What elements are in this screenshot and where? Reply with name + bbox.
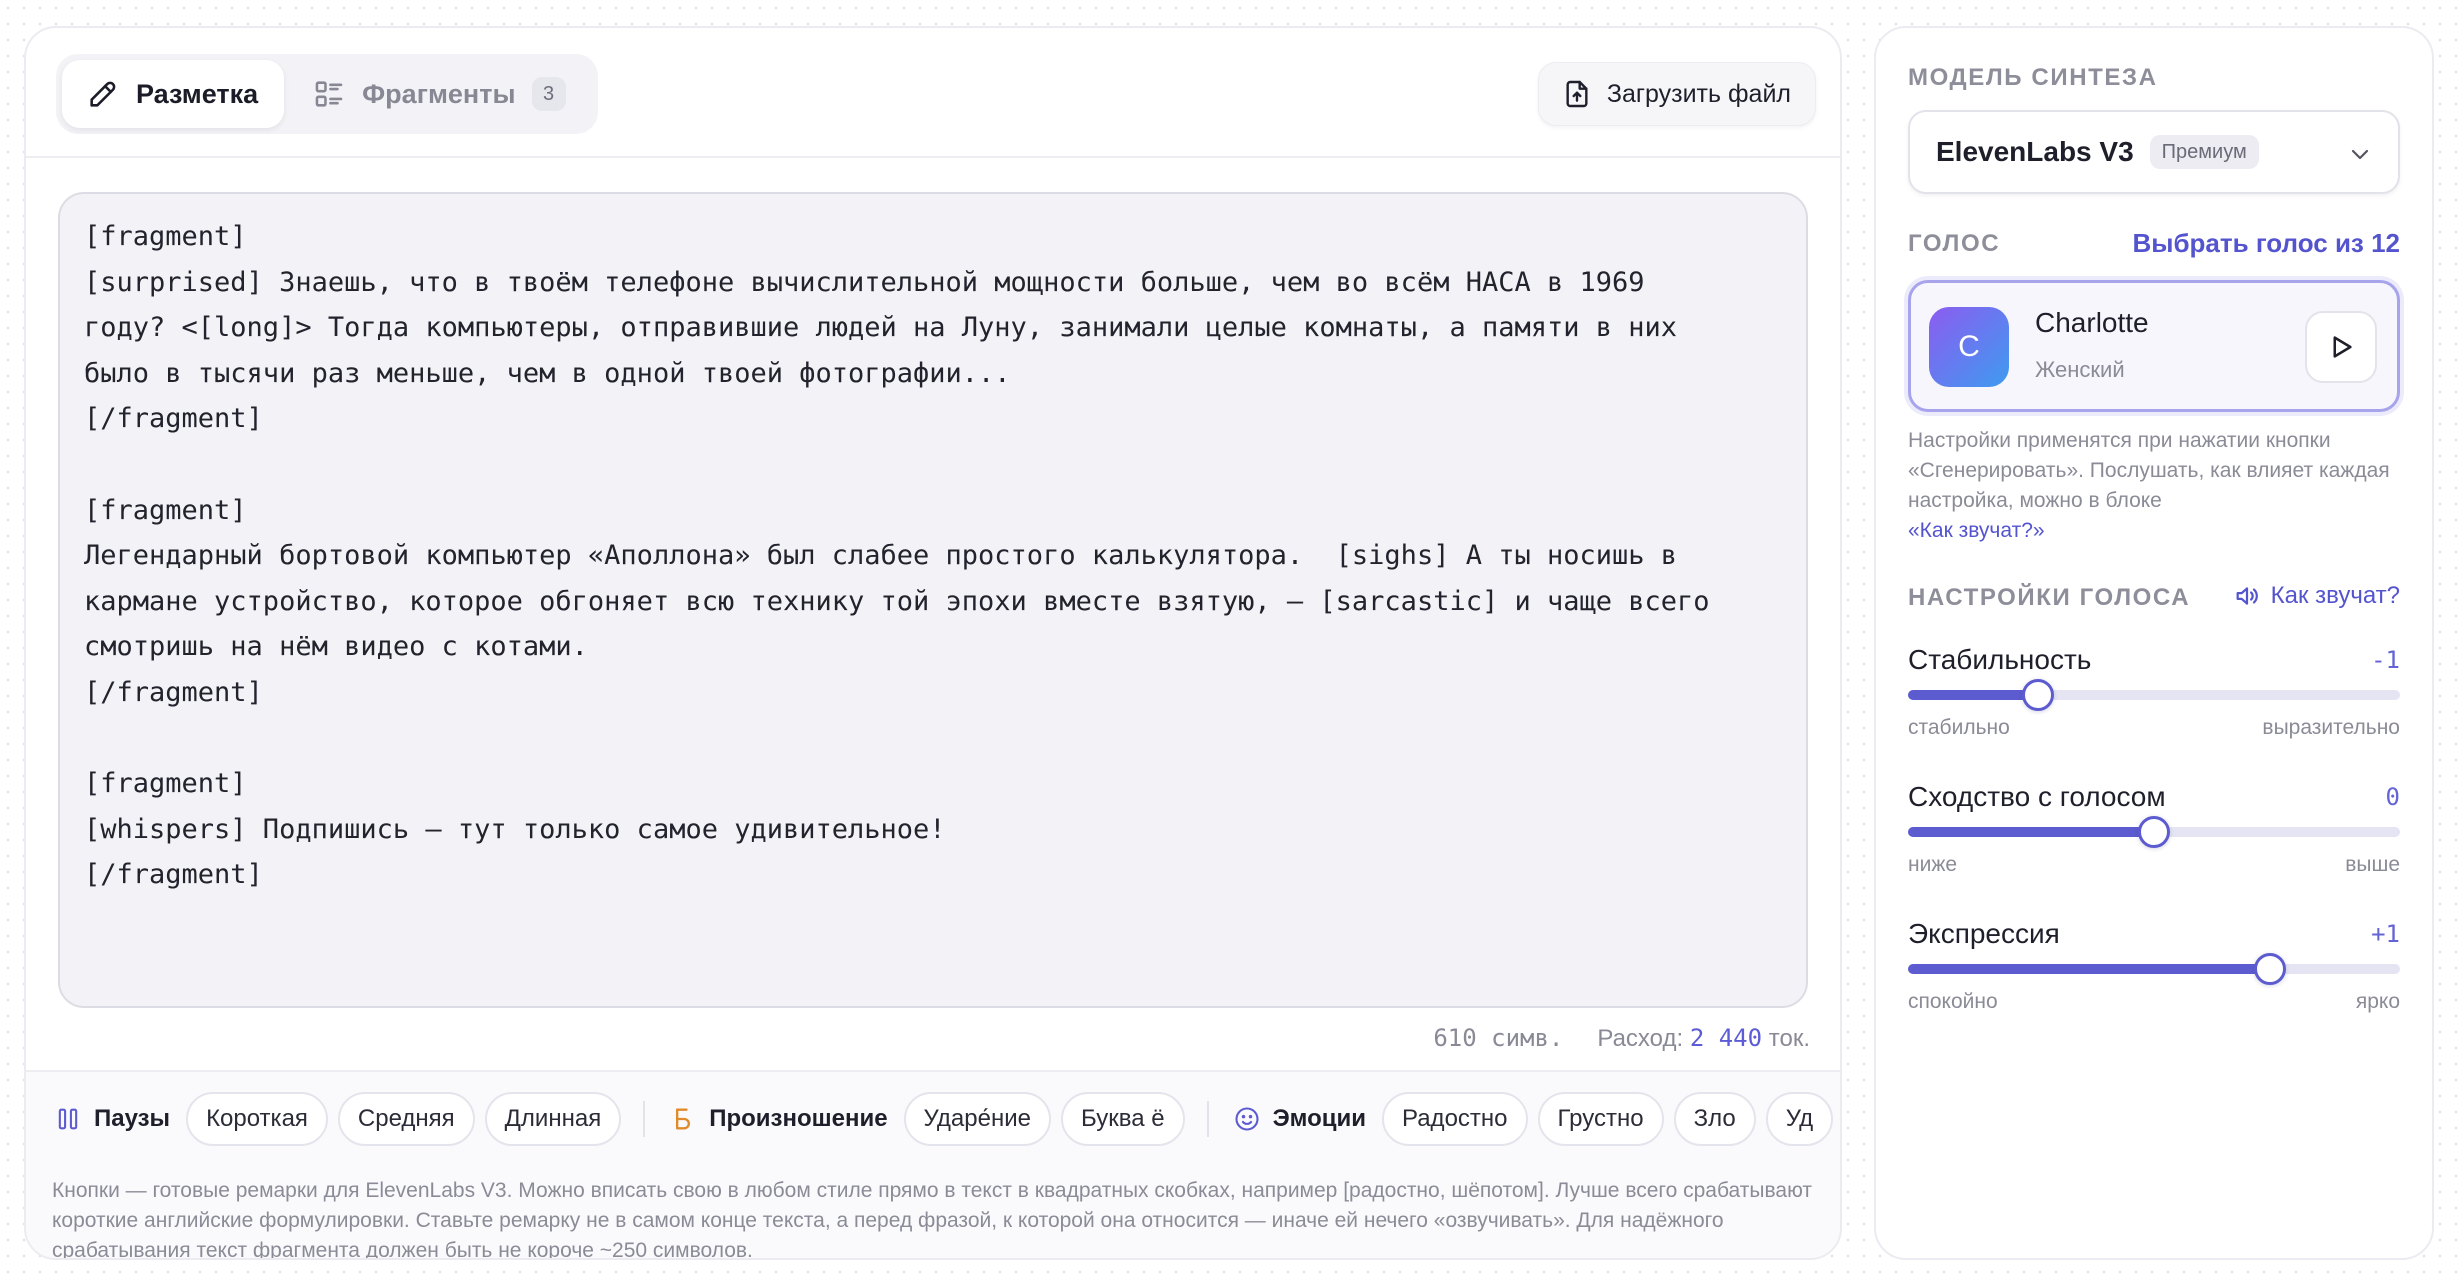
how-sounds-note-link[interactable]: «Как звучат?» <box>1908 519 2045 542</box>
chip-pause-medium[interactable]: Средняя <box>337 1092 475 1146</box>
token-cost-unit: ток. <box>1768 1024 1810 1052</box>
group-divider <box>643 1101 646 1137</box>
slider-label: Стабильность <box>1908 644 2092 675</box>
similarity-slider: Сходство с голосом 0 ниже выше <box>1908 781 2400 891</box>
voice-section-title: Голос <box>1908 230 2001 257</box>
settings-note: Настройки применятся при нажатии кнопки … <box>1908 426 2408 546</box>
pronunciation-group-label: Произношение <box>667 1105 893 1133</box>
char-count: 610 симв. <box>1433 1024 1564 1052</box>
chip-emotion-angry[interactable]: Зло <box>1673 1092 1756 1146</box>
chip-stress[interactable]: Ударе́ние <box>903 1092 1051 1146</box>
pause-icon <box>58 1108 78 1130</box>
expression-slider: Экспрессия +1 спокойно ярко <box>1908 918 2400 1028</box>
slider-label: Сходство с голосом <box>1908 781 2166 812</box>
choose-voice-link[interactable]: Выбрать голос из 12 <box>2133 228 2401 259</box>
slider-min-label: спокойно <box>1908 990 1998 1013</box>
markup-textarea[interactable]: [fragment] [surprised] Знаешь, что в тво… <box>58 192 1808 1008</box>
selected-voice-card[interactable]: C Charlotte Женский <box>1908 280 2400 412</box>
slider-value: 0 <box>2385 783 2400 811</box>
chevron-down-icon <box>2351 149 2369 160</box>
slider-fill <box>1908 827 2154 837</box>
voice-avatar: C <box>1929 307 2009 387</box>
chip-emotion-truncated[interactable]: Уд <box>1765 1092 1834 1146</box>
chip-pause-short[interactable]: Короткая <box>186 1092 328 1146</box>
chip-emotion-joyful[interactable]: Радостно <box>1382 1092 1528 1146</box>
premium-badge: Премиум <box>2149 135 2259 169</box>
voice-settings-title: Настройки голоса <box>1908 584 2191 611</box>
slider-min-label: стабильно <box>1908 716 2010 739</box>
smile-icon <box>1235 1107 1259 1131</box>
tab-fragments-label: Фрагменты <box>362 78 516 109</box>
slider-fill <box>1908 964 2270 974</box>
slider-min-label: ниже <box>1908 853 1958 876</box>
editor-panel: Разметка Фрагменты 3 Загрузить файл [fra… <box>24 26 1842 1260</box>
slider-fill <box>1908 690 2039 700</box>
remarks-hint: Кнопки — готовые ремарки для ElevenLabs … <box>52 1179 1812 1260</box>
chip-emotion-sad[interactable]: Грустно <box>1537 1092 1664 1146</box>
voice-play-button[interactable] <box>2305 311 2377 383</box>
slider-thumb[interactable] <box>2138 816 2170 848</box>
slider-track[interactable] <box>1908 679 2400 711</box>
slider-value: -1 <box>2371 646 2400 674</box>
model-select[interactable]: ElevenLabs V3 Премиум <box>1908 110 2400 194</box>
fragments-count-badge: 3 <box>531 77 566 111</box>
tab-markup-label: Разметка <box>136 78 259 109</box>
slider-value: +1 <box>2371 920 2400 948</box>
tab-markup[interactable]: Разметка <box>62 60 285 128</box>
pencil-icon <box>90 81 116 107</box>
model-name: ElevenLabs V3 <box>1936 136 2134 167</box>
pauses-group-label: Паузы <box>52 1105 176 1133</box>
editor-tabs: Разметка Фрагменты 3 <box>56 54 598 134</box>
upload-file-label: Загрузить файл <box>1606 79 1791 108</box>
letter-b-icon <box>676 1108 691 1130</box>
token-cost-value: 2 440 <box>1689 1023 1763 1052</box>
play-icon <box>2333 336 2352 358</box>
emotions-group-label: Эмоции <box>1231 1105 1372 1133</box>
settings-panel: Модель синтеза ElevenLabs V3 Премиум Гол… <box>1874 26 2434 1260</box>
voice-gender: Женский <box>2035 357 2125 382</box>
pronunciation-label: Произношение <box>709 1105 888 1132</box>
slider-track[interactable] <box>1908 816 2400 848</box>
token-cost-label: Расход: <box>1597 1024 1684 1052</box>
slider-max-label: выразительно <box>2262 716 2400 739</box>
slider-label: Экспрессия <box>1908 918 2060 949</box>
remarks-toolbar: Паузы Короткая Средняя Длинная Произноше… <box>26 1070 1840 1258</box>
tab-fragments[interactable]: Фрагменты 3 <box>288 60 591 128</box>
how-sounds-button[interactable]: Как звучат? <box>2233 582 2400 610</box>
pauses-label: Паузы <box>94 1105 171 1132</box>
remark-chip-row: Паузы Короткая Средняя Длинная Произноше… <box>52 1092 1840 1146</box>
slider-thumb[interactable] <box>2022 679 2055 711</box>
file-upload-icon <box>1566 80 1588 108</box>
speaker-icon <box>2236 587 2258 605</box>
list-icon <box>315 81 343 107</box>
slider-track[interactable] <box>1908 953 2400 985</box>
editor-header: Разметка Фрагменты 3 Загрузить файл <box>26 28 1840 158</box>
group-divider <box>1206 1101 1209 1137</box>
upload-file-button[interactable]: Загрузить файл <box>1537 62 1816 126</box>
token-cost: Расход: 2 440 ток. <box>1597 1024 1810 1053</box>
emotions-label: Эмоции <box>1272 1105 1366 1132</box>
slider-max-label: ярко <box>2355 990 2400 1013</box>
slider-thumb[interactable] <box>2253 953 2286 985</box>
chip-pause-long[interactable]: Длинная <box>484 1092 622 1146</box>
settings-note-text: Настройки применятся при нажатии кнопки … <box>1908 429 2390 512</box>
stability-slider: Стабильность -1 стабильно выразительно <box>1908 644 2400 754</box>
how-sounds-label: Как звучат? <box>2270 582 2400 609</box>
editor-stats: 610 симв. Расход: 2 440 ток. <box>1433 1020 1810 1056</box>
model-section-title: Модель синтеза <box>1908 64 2158 91</box>
voice-name: Charlotte <box>2035 307 2149 338</box>
slider-max-label: выше <box>2345 853 2400 876</box>
chip-letter-yo[interactable]: Буква ё <box>1060 1092 1185 1146</box>
